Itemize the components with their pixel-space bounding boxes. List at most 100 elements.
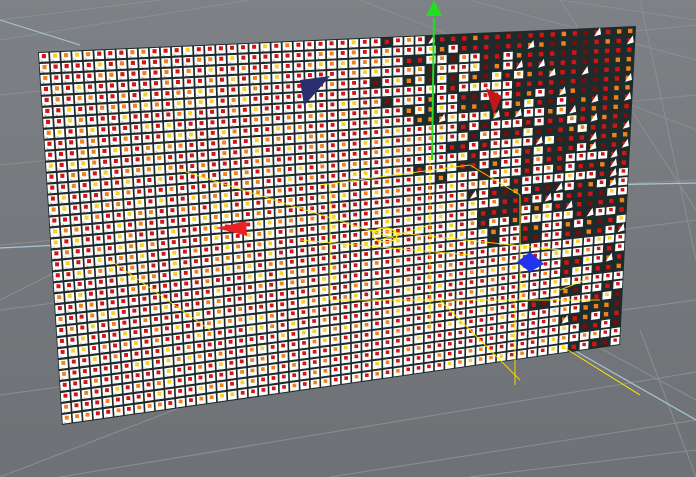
clone-tile-mark bbox=[173, 282, 178, 287]
clone-tile-mark bbox=[352, 151, 357, 156]
clone-tile-mark bbox=[145, 350, 149, 355]
clone-tile-mark bbox=[100, 312, 105, 317]
clone-tile-mark bbox=[278, 229, 283, 234]
clone-tile-mark bbox=[95, 400, 100, 405]
clone-tile bbox=[621, 160, 626, 165]
clone-tile-mark bbox=[222, 140, 227, 145]
clone-tile-mark bbox=[118, 245, 123, 250]
clone-tile-mark bbox=[289, 218, 293, 223]
clone-tile-mark bbox=[100, 116, 105, 121]
clone-tile bbox=[604, 58, 610, 63]
clone-tile-mark bbox=[396, 208, 400, 213]
clone-tile bbox=[533, 234, 538, 240]
clone-tile-mark bbox=[416, 356, 421, 360]
clone-tile bbox=[545, 185, 551, 191]
clone-tile-mark bbox=[206, 310, 211, 315]
clone-tile-mark bbox=[501, 247, 506, 252]
clone-tile-mark bbox=[86, 248, 91, 253]
clone-tile-mark bbox=[213, 215, 218, 219]
clone-tile bbox=[606, 246, 612, 251]
clone-tile-mark bbox=[157, 391, 162, 396]
clone-tile-mark bbox=[106, 224, 111, 229]
clone-tile-mark bbox=[546, 175, 551, 180]
clone-tile-mark bbox=[459, 242, 464, 246]
clone-tile-mark bbox=[178, 399, 183, 404]
clone-tile-mark bbox=[438, 204, 443, 209]
clone-tile-mark bbox=[152, 295, 157, 300]
clone-tile-mark bbox=[126, 396, 131, 401]
clone-tile-mark bbox=[113, 343, 117, 348]
clone-tile-mark bbox=[245, 180, 249, 185]
clone-tile bbox=[560, 60, 566, 65]
clone-tile-mark bbox=[154, 102, 159, 107]
clone-tile-mark bbox=[208, 363, 213, 368]
clone-tile-mark bbox=[417, 97, 422, 101]
clone-tile-mark bbox=[263, 54, 268, 59]
clone-tile-mark bbox=[541, 329, 546, 333]
clone-tile-mark bbox=[384, 48, 389, 53]
clone-tile-mark bbox=[230, 77, 235, 82]
clone-tile-mark bbox=[522, 274, 526, 278]
clone-tile-mark bbox=[208, 67, 213, 72]
clone-tile-mark bbox=[374, 180, 379, 185]
clone-tile-mark bbox=[374, 170, 379, 175]
clone-tile bbox=[572, 40, 577, 46]
clone-tile-mark bbox=[50, 196, 55, 201]
clone-tile-mark bbox=[606, 273, 610, 278]
clone-tile-mark bbox=[243, 128, 248, 133]
clone-tile-mark bbox=[277, 167, 282, 172]
clone-tile-mark bbox=[212, 183, 217, 188]
clone-tile-mark bbox=[459, 222, 464, 227]
clone-tile-mark bbox=[363, 120, 368, 125]
clone-tile-mark bbox=[94, 378, 98, 383]
clone-tile-mark bbox=[158, 402, 162, 407]
clone-tile bbox=[582, 324, 588, 329]
clone-tile-mark bbox=[232, 118, 237, 123]
clone-tile-mark bbox=[318, 52, 323, 56]
clone-tile-mark bbox=[321, 266, 326, 271]
clone-tile bbox=[613, 104, 618, 110]
3d-viewport[interactable] bbox=[0, 0, 696, 477]
clone-tile-mark bbox=[223, 172, 228, 177]
clone-tile-mark bbox=[72, 370, 77, 375]
clone-tile-mark bbox=[285, 53, 290, 58]
clone-tile-mark bbox=[182, 239, 187, 244]
clone-tile-mark bbox=[292, 363, 296, 367]
clone-tile-mark bbox=[417, 266, 421, 271]
clone-tile-mark bbox=[493, 151, 498, 155]
clone-tile-mark bbox=[320, 185, 325, 189]
clone-tile-mark bbox=[297, 114, 302, 119]
clone-tile-mark bbox=[207, 46, 212, 51]
clone-tile-mark bbox=[191, 195, 196, 200]
clone-tile-mark bbox=[302, 361, 307, 366]
clone-tile-mark bbox=[166, 123, 171, 128]
clone-tile-mark bbox=[605, 292, 609, 297]
clone-tile-mark bbox=[406, 267, 411, 272]
clone-tile-mark bbox=[237, 296, 242, 301]
clone-tile-mark bbox=[541, 319, 546, 324]
clone-tile-mark bbox=[73, 392, 78, 397]
clone-tile-mark bbox=[58, 151, 64, 157]
clone-tile-mark bbox=[103, 170, 108, 175]
clone-tile bbox=[558, 117, 564, 123]
viewport-canvas[interactable] bbox=[0, 0, 696, 477]
clone-tile-mark bbox=[195, 291, 200, 295]
clone-tile-mark bbox=[82, 369, 87, 374]
clone-tile-mark bbox=[267, 210, 272, 215]
clone-tile-mark bbox=[109, 83, 114, 88]
clone-tile bbox=[494, 54, 500, 59]
clone-tile bbox=[482, 103, 488, 109]
clone-tile-mark bbox=[439, 76, 444, 80]
clone-tile-mark bbox=[252, 44, 257, 49]
clone-tile-mark bbox=[416, 326, 421, 330]
clone-tile-mark bbox=[134, 125, 139, 130]
clone-tile-mark bbox=[128, 222, 132, 227]
clone-tile-mark bbox=[319, 113, 324, 118]
clone-tile-mark bbox=[354, 354, 359, 359]
clone-tile-mark bbox=[491, 258, 495, 262]
clone-tile bbox=[571, 69, 576, 74]
clone-tile-mark bbox=[363, 70, 367, 75]
clone-tile-mark bbox=[608, 226, 612, 231]
clone-tile-mark bbox=[145, 145, 150, 150]
clone-tile-mark bbox=[74, 403, 79, 408]
